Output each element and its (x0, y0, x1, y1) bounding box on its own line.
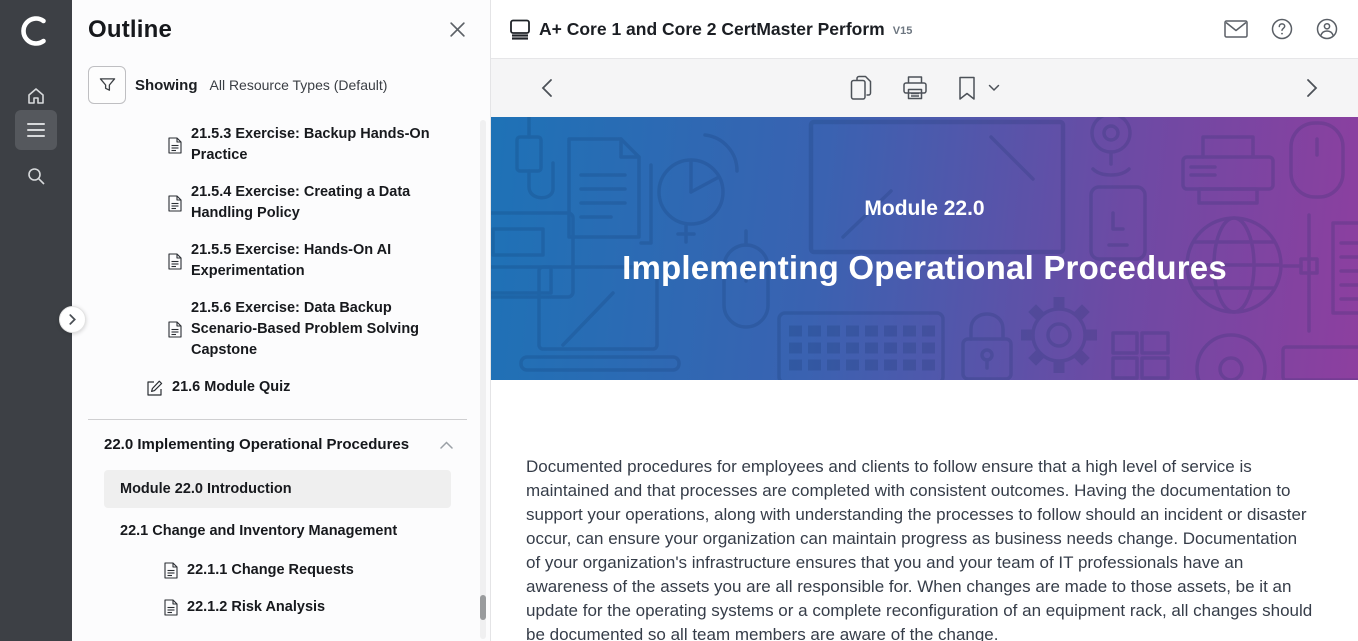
course-header: A+ Core 1 and Core 2 CertMaster Perform … (491, 0, 1358, 59)
lesson-content: Documented procedures for employees and … (491, 380, 1358, 641)
outline-panel: Outline Showing All Resource Types (Defa… (72, 0, 490, 641)
print-icon[interactable] (902, 75, 928, 101)
outline-item-22-1[interactable]: 22.1 Change and Inventory Management (72, 521, 490, 542)
outline-panel-title: Outline (88, 16, 172, 44)
close-icon[interactable] (449, 21, 466, 43)
outline-item-label: 22.1 Change and Inventory Management (120, 523, 397, 539)
outline-item-label: 21.5.5 Exercise: Hands-On AI Experimenta… (191, 240, 431, 282)
chevron-left-icon (541, 78, 553, 98)
outline-item-21-5-3[interactable]: 21.5.3 Exercise: Backup Hands-On Practic… (72, 124, 490, 166)
outline-item-label: 22.1.1 Change Requests (187, 560, 354, 581)
showing-label: Showing (135, 77, 198, 94)
filter-value[interactable]: All Resource Types (Default) (210, 77, 388, 93)
outline-item-22-1-2[interactable]: 22.1.2 Risk Analysis (72, 597, 490, 618)
help-icon[interactable] (1271, 18, 1293, 40)
outline-item-label: 21.5.3 Exercise: Backup Hands-On Practic… (191, 124, 431, 166)
course-version-badge: V15 (893, 21, 913, 37)
outline-item-21-5-5[interactable]: 21.5.5 Exercise: Hands-On AI Experimenta… (72, 240, 490, 282)
home-icon (26, 86, 46, 106)
bookmark-dropdown-caret-icon[interactable] (988, 84, 1000, 92)
document-icon (168, 321, 182, 338)
chevron-up-icon[interactable] (440, 441, 453, 449)
document-icon (168, 253, 182, 270)
module-banner: Module 22.0 Implementing Operational Pro… (491, 117, 1358, 380)
outline-menu-button[interactable] (15, 110, 57, 150)
outline-list: 21.5.3 Exercise: Backup Hands-On Practic… (72, 124, 490, 618)
module-number-label: Module 22.0 (491, 197, 1358, 221)
main-area: A+ Core 1 and Core 2 CertMaster Perform … (490, 0, 1358, 641)
bookmark-icon[interactable] (958, 76, 976, 101)
outline-item-label: 22.1.2 Risk Analysis (187, 597, 325, 618)
outline-item-label: 21.6 Module Quiz (172, 377, 290, 398)
course-title: A+ Core 1 and Core 2 CertMaster Perform (539, 19, 885, 40)
outline-item-label: Module 22.0 Introduction (120, 481, 292, 497)
account-icon[interactable] (1316, 18, 1338, 40)
outline-item-21-5-4[interactable]: 21.5.4 Exercise: Creating a Data Handlin… (72, 182, 490, 224)
resource-filter-row: Showing All Resource Types (Default) (88, 66, 490, 104)
search-icon (26, 166, 46, 186)
next-page-button[interactable] (1306, 78, 1318, 98)
quiz-pencil-icon (146, 380, 163, 396)
outline-section-22-0[interactable]: 22.0 Implementing Operational Procedures (72, 434, 490, 455)
outline-item-22-1-1[interactable]: 22.1.1 Change Requests (72, 560, 490, 581)
outline-item-21-6-quiz[interactable]: 21.6 Module Quiz (72, 377, 490, 398)
hamburger-icon (26, 122, 46, 138)
document-icon (168, 137, 182, 154)
outline-item-21-5-6[interactable]: 21.5.6 Exercise: Data Backup Scenario-Ba… (72, 298, 490, 361)
filter-button[interactable] (88, 66, 126, 104)
document-icon (164, 562, 178, 579)
mail-icon[interactable] (1224, 20, 1248, 38)
copy-icon[interactable] (850, 75, 872, 101)
chevron-right-icon (67, 314, 78, 325)
document-icon (168, 195, 182, 212)
reader-toolbar (491, 59, 1358, 117)
outline-divider (88, 419, 467, 420)
previous-page-button[interactable] (541, 78, 553, 98)
search-button[interactable] (15, 156, 57, 196)
chevron-right-icon (1306, 78, 1318, 98)
outline-section-label: 22.0 Implementing Operational Procedures (104, 434, 409, 455)
c-logo-icon (16, 11, 56, 51)
course-book-icon (509, 19, 531, 40)
comptia-logo (0, 10, 72, 52)
app: Outline Showing All Resource Types (Defa… (0, 0, 1358, 641)
outline-item-label: 21.5.4 Exercise: Creating a Data Handlin… (191, 182, 431, 224)
funnel-icon (99, 77, 116, 93)
panel-collapse-toggle[interactable] (59, 306, 86, 333)
outline-scrollbar-track[interactable] (480, 120, 486, 639)
document-icon (164, 599, 178, 616)
module-title: Implementing Operational Procedures (491, 249, 1358, 287)
outline-item-module-22-0-introduction[interactable]: Module 22.0 Introduction (104, 470, 451, 508)
outline-scrollbar-thumb[interactable] (480, 595, 486, 620)
lesson-paragraph: Documented procedures for employees and … (526, 455, 1313, 641)
outline-item-label: 21.5.6 Exercise: Data Backup Scenario-Ba… (191, 298, 431, 361)
